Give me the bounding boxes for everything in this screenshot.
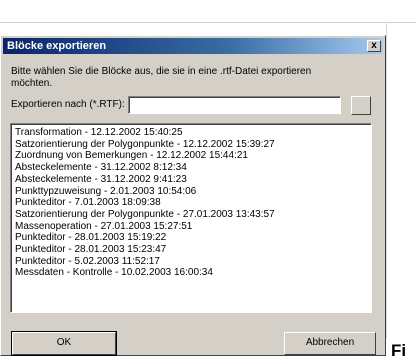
export-blocks-dialog: Blöcke exportieren x Bitte wählen Sie di… xyxy=(0,35,386,356)
list-item[interactable]: Absteckelemente - 31.12.2002 8:12:34 xyxy=(15,162,367,174)
instruction-text: Bitte wählen Sie die Blöcke aus, die sie… xyxy=(11,66,312,89)
list-item[interactable]: Punkteditor - 28.01.2003 15:23:47 xyxy=(15,244,367,256)
list-item[interactable]: Punkteditor - 28.01.2003 15:19:22 xyxy=(15,232,367,244)
dialog-title: Blöcke exportieren xyxy=(7,40,107,52)
list-item[interactable]: Transformation - 12.12.2002 15:40:25 xyxy=(15,127,367,139)
export-path-label: Exportieren nach (*.RTF): xyxy=(11,99,125,110)
list-item[interactable]: Satzorientierung der Polygonpunkte - 12.… xyxy=(15,139,367,151)
blocks-listbox[interactable]: Transformation - 12.12.2002 15:40:25 Sat… xyxy=(10,123,372,313)
export-path-input[interactable] xyxy=(128,96,341,114)
page-divider xyxy=(386,22,387,338)
list-item[interactable]: Punkttypzuweisung - 2.01.2003 10:54:06 xyxy=(15,186,367,198)
list-item[interactable]: Massenoperation - 27.01.2003 15:27:51 xyxy=(15,221,367,233)
browse-button[interactable] xyxy=(351,96,371,115)
list-item[interactable]: Satzorientierung der Polygonpunkte - 27.… xyxy=(15,209,367,221)
page-top-strip xyxy=(0,0,416,23)
close-icon[interactable]: x xyxy=(367,40,381,52)
list-item[interactable]: Punkteditor - 7.01.2003 18:09:38 xyxy=(15,197,367,209)
list-item[interactable]: Absteckelemente - 31.12.2002 9:41:23 xyxy=(15,174,367,186)
dialog-titlebar[interactable]: Blöcke exportieren x xyxy=(3,38,383,54)
list-item[interactable]: Punkteditor - 5.02.2003 11:52:17 xyxy=(15,256,367,268)
ok-button[interactable]: OK xyxy=(11,331,117,356)
list-item[interactable]: Zuordnung von Bemerkungen - 12.12.2002 1… xyxy=(15,150,367,162)
figure-caption-fragment: Fi xyxy=(391,341,407,360)
list-item[interactable]: Messdaten - Kontrolle - 10.02.2003 16:00… xyxy=(15,267,367,279)
cancel-button[interactable]: Abbrechen xyxy=(284,332,376,355)
